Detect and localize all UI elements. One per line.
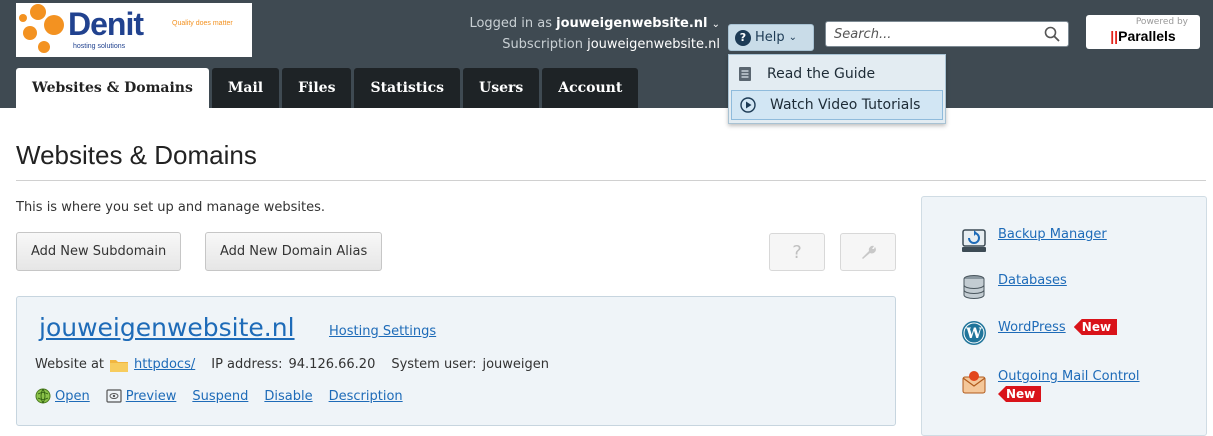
wordpress-icon: W: [962, 321, 986, 345]
preview-icon: [106, 389, 122, 403]
open-link[interactable]: Open: [55, 389, 90, 404]
folder-icon: [110, 359, 129, 372]
main-tabs: Websites & Domains Mail Files Statistics…: [16, 68, 639, 108]
help-dropdown-menu: Read the Guide Watch Video Tutorials: [728, 54, 946, 124]
website-at-label: Website at: [35, 357, 105, 372]
subscription-name: jouweigenwebsite.nl: [587, 37, 720, 52]
tab-account[interactable]: Account: [542, 68, 639, 108]
menu-item-label: Watch Video Tutorials: [770, 97, 921, 113]
denit-logo[interactable]: Denit Quality does matter hosting soluti…: [16, 3, 252, 57]
subscription-prefix: Subscription: [502, 37, 583, 52]
description-link[interactable]: Description: [329, 389, 403, 404]
powered-by-parallels[interactable]: Powered by ||Parallels: [1086, 15, 1200, 49]
suspend-link[interactable]: Suspend: [192, 389, 248, 404]
tab-statistics[interactable]: Statistics: [354, 68, 460, 108]
powered-by-label: Powered by: [1135, 17, 1188, 27]
page-help-button[interactable]: ?: [769, 233, 825, 271]
parallels-logo: ||Parallels: [1110, 28, 1176, 44]
question-mark-icon: ?: [792, 241, 802, 263]
logo-wordmark: Denit: [68, 6, 144, 42]
login-info: Logged in as jouweigenwebsite.nl ⌄ Subsc…: [420, 14, 720, 55]
tab-users[interactable]: Users: [462, 68, 540, 108]
menu-item-label: Read the Guide: [767, 66, 876, 82]
document-icon: [739, 67, 751, 81]
docroot-link[interactable]: httpdocs/: [134, 357, 195, 372]
disable-link[interactable]: Disable: [264, 389, 312, 404]
page-title: Websites & Domains: [16, 140, 257, 170]
preview-link[interactable]: Preview: [126, 389, 177, 404]
search-input[interactable]: [834, 25, 1034, 43]
system-user-label: System user:: [391, 357, 477, 372]
tab-websites-domains[interactable]: Websites & Domains: [16, 68, 209, 108]
add-domain-alias-button[interactable]: Add New Domain Alias: [205, 232, 383, 271]
menu-item-read-guide[interactable]: Read the Guide: [729, 59, 945, 89]
title-divider: [16, 180, 1206, 181]
open-action[interactable]: Open: [35, 388, 90, 404]
subscription-line: Subscription jouweigenwebsite.nl: [420, 35, 720, 55]
play-icon: [740, 97, 756, 113]
tools-panel: Backup Manager Databases W WordPress New…: [921, 196, 1207, 436]
preview-action[interactable]: Preview: [106, 388, 177, 404]
help-label: Help: [755, 30, 785, 45]
backup-manager-link[interactable]: Backup Manager: [998, 227, 1107, 242]
menu-item-watch-tutorials[interactable]: Watch Video Tutorials: [731, 90, 943, 120]
help-button[interactable]: ? Help ⌄: [728, 24, 814, 51]
add-subdomain-button[interactable]: Add New Subdomain: [16, 232, 182, 271]
databases-link[interactable]: Databases: [998, 273, 1067, 288]
parallels-bars-icon: ||: [1110, 28, 1119, 44]
outgoing-mail-item[interactable]: Outgoing Mail Control New: [960, 369, 1140, 402]
domain-card: jouweigenwebsite.nl Hosting Settings Web…: [16, 296, 896, 426]
new-badge: New: [998, 386, 1042, 402]
outgoing-mail-link[interactable]: Outgoing Mail Control: [998, 369, 1140, 384]
logo-subtitle: hosting solutions: [73, 43, 126, 50]
backup-icon: [962, 229, 986, 252]
databases-item[interactable]: Databases: [960, 273, 1067, 301]
search-icon[interactable]: [1044, 26, 1060, 42]
chevron-down-icon: ⌄: [711, 19, 720, 30]
mail-control-icon: [962, 371, 986, 394]
backup-manager-item[interactable]: Backup Manager: [960, 227, 1107, 255]
ip-value: 94.126.66.20: [288, 357, 376, 372]
wordpress-item[interactable]: W WordPress New: [960, 319, 1118, 347]
domain-actions: Open Preview Suspend Disable Description: [35, 388, 403, 404]
tab-files[interactable]: Files: [282, 68, 352, 108]
svg-text:W: W: [965, 326, 982, 342]
database-icon: [963, 275, 985, 299]
logged-in-line[interactable]: Logged in as jouweigenwebsite.nl ⌄: [420, 14, 720, 35]
logged-in-prefix: Logged in as: [469, 16, 553, 31]
new-badge: New: [1073, 319, 1118, 335]
logged-in-user[interactable]: jouweigenwebsite.nl: [556, 16, 707, 31]
tab-mail[interactable]: Mail: [211, 68, 280, 108]
header-bar: Denit Quality does matter hosting soluti…: [0, 0, 1213, 108]
page-intro: This is where you set up and manage webs…: [16, 200, 325, 215]
site-info: Website at httpdocs/ IP address: 94.126.…: [35, 357, 549, 372]
settings-button[interactable]: [840, 233, 896, 271]
wrench-icon: [862, 245, 876, 259]
wordpress-link[interactable]: WordPress: [998, 320, 1066, 335]
ip-label: IP address:: [211, 357, 283, 372]
help-question-icon: ?: [735, 29, 751, 46]
hosting-settings-link[interactable]: Hosting Settings: [329, 324, 436, 339]
search-box: [825, 21, 1069, 47]
system-user-value: jouweigen: [482, 357, 550, 372]
chevron-down-icon: ⌄: [788, 32, 798, 43]
globe-icon: [35, 388, 51, 404]
logo-tagline: Quality does matter: [172, 20, 233, 27]
domain-name-link[interactable]: jouweigenwebsite.nl: [39, 313, 295, 342]
